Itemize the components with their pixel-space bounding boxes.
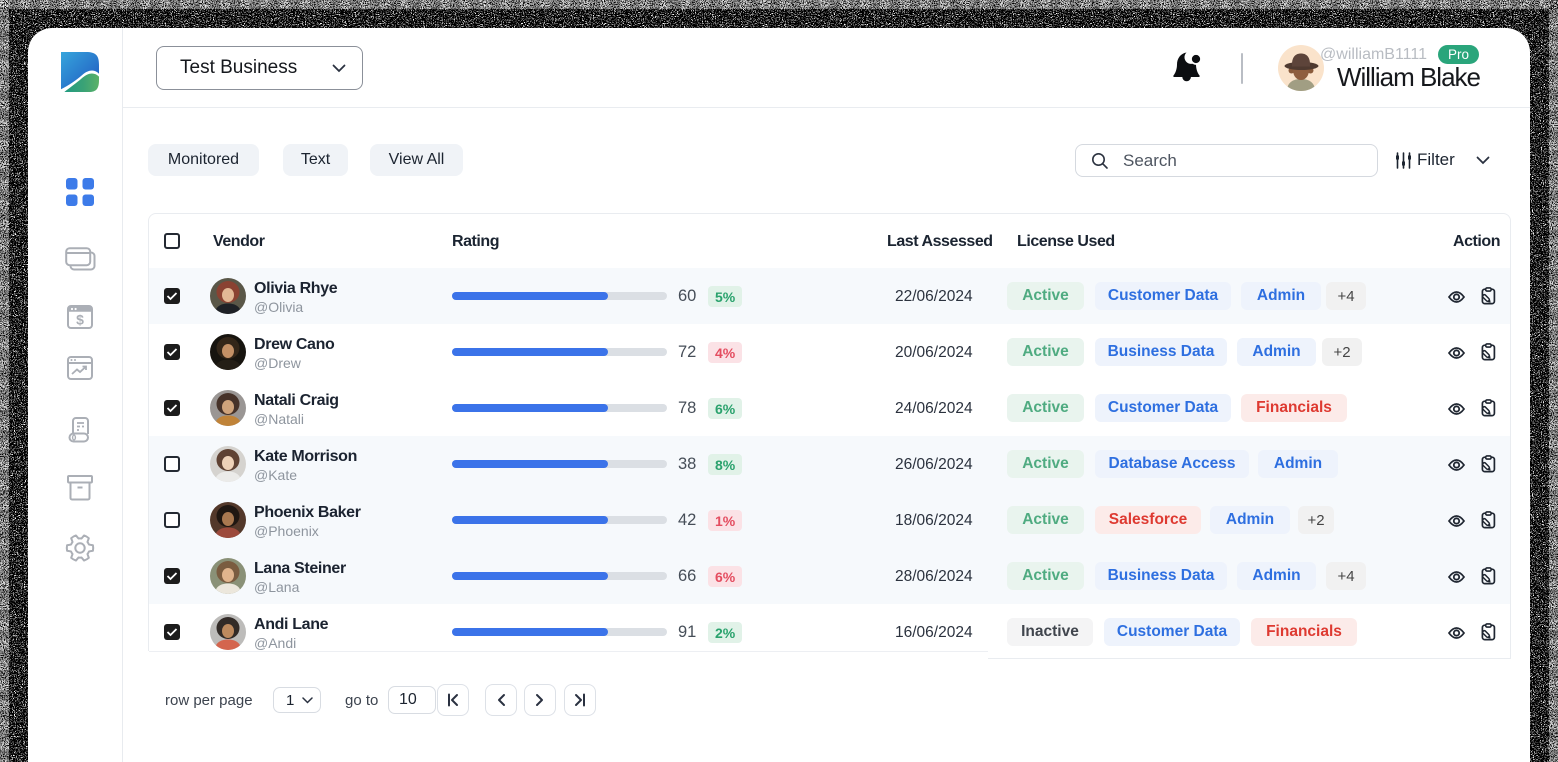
svg-text:$: $: [76, 312, 84, 328]
